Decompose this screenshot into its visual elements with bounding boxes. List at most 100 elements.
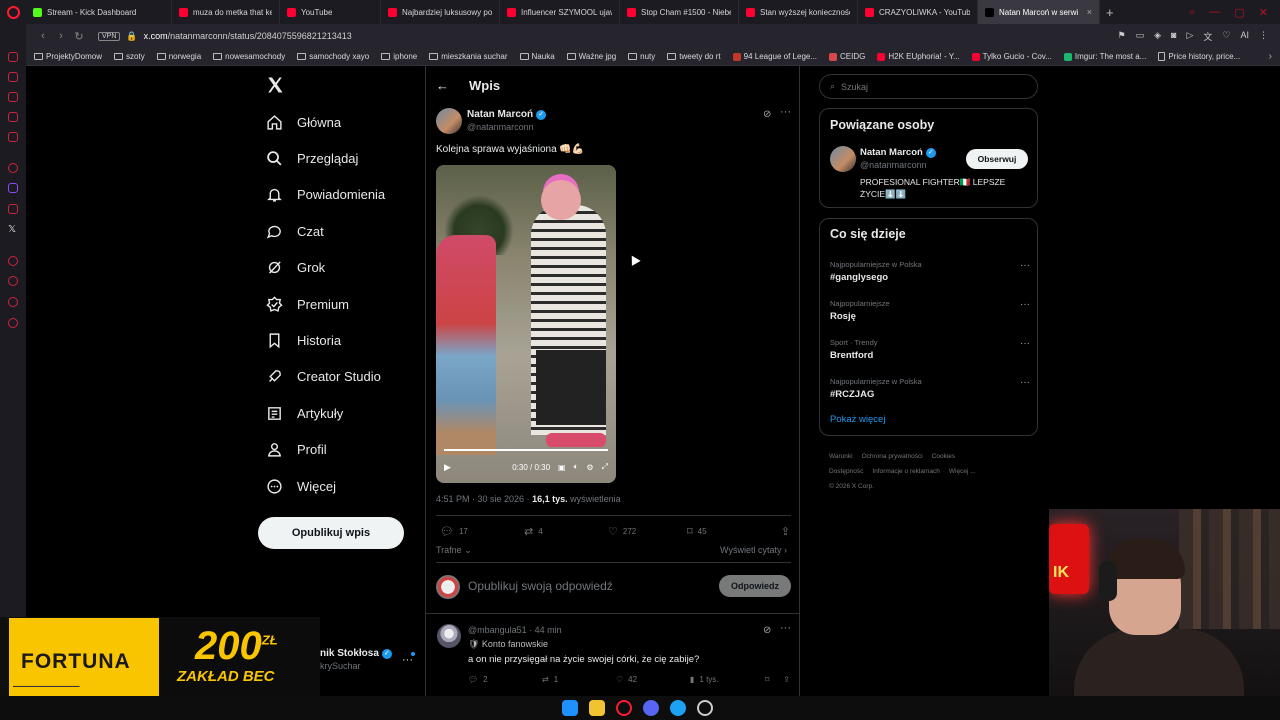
grok-icon[interactable]: ⊘ — [763, 625, 771, 636]
captions-icon[interactable]: ▣ — [558, 463, 566, 472]
post-button[interactable]: Opublikuj wpis — [258, 517, 404, 549]
bookmark-item[interactable]: tweety do rt — [667, 52, 721, 61]
menu-icon[interactable]: ⋮ — [1259, 30, 1268, 43]
reply-input[interactable]: Opublikuj swoją odpowiedź — [468, 579, 613, 593]
sidebar-app-icon[interactable] — [8, 204, 18, 214]
footer-link[interactable]: © 2026 X Corp. — [829, 483, 874, 490]
bookmark-item[interactable]: H2K EUphoria! - Y... — [877, 52, 960, 61]
bookmark-item[interactable]: Imgur: The most a... — [1063, 52, 1146, 61]
avatar[interactable] — [436, 108, 462, 134]
author-name[interactable]: Natan Marcoń — [467, 109, 533, 120]
close-icon[interactable]: ✕ — [1259, 6, 1268, 19]
bookmark-item[interactable]: norwegia — [156, 52, 201, 61]
play-icon[interactable]: ▶ — [444, 462, 451, 473]
reply-author-handle[interactable]: @mbangula51 · 44 min — [468, 625, 562, 635]
more-icon[interactable]: ··· — [780, 622, 791, 634]
settings-icon[interactable]: ⚙︎ — [586, 463, 593, 472]
minimize-icon[interactable]: — — [1209, 6, 1220, 19]
file-explorer-icon[interactable] — [589, 700, 605, 716]
footer-link[interactable]: Warunki — [829, 453, 853, 460]
opera-logo-icon[interactable] — [0, 0, 26, 24]
back-icon[interactable]: ‹ — [34, 30, 52, 42]
footer-link[interactable]: Informacje o reklamach — [872, 468, 940, 475]
nav-item-articles[interactable]: Artykuły — [258, 395, 428, 431]
bookmark-item[interactable]: Tylko Gucio - Cov... — [971, 52, 1052, 61]
bookmark-button[interactable]: ⌑ 45 — [687, 525, 775, 538]
sidebar-app-icon[interactable] — [8, 256, 18, 266]
nav-item-chat[interactable]: Czat — [258, 213, 428, 249]
clock-icon[interactable] — [8, 276, 18, 286]
bookmark-item[interactable]: nuty — [628, 52, 655, 61]
related-name[interactable]: Natan Marcoń — [860, 147, 923, 158]
trend-item[interactable]: Sport · Trendy Brentford ··· — [830, 338, 1030, 361]
sort-dropdown[interactable]: Trafne ⌄ — [436, 545, 472, 556]
maximize-icon[interactable]: ▢ — [1234, 6, 1244, 19]
browser-tab[interactable]: Najbardziej luksusowy poc — [381, 0, 500, 24]
sidebar-app-icon[interactable] — [8, 92, 18, 102]
x-icon[interactable]: 𝕏 — [8, 225, 18, 235]
browser-tab[interactable]: Influencer SZYMOOL ujaw — [500, 0, 620, 24]
search-icon[interactable]: ⌕ — [1189, 6, 1195, 19]
tweet-video[interactable]: ▶ 0:30 / 0:30 ▣ 🔈︎ ⚙︎ ⤢ — [436, 165, 616, 483]
trend-item[interactable]: Najpopularniejsze Rosję ··· — [830, 299, 1030, 322]
reply-button[interactable]: 💬︎ 2 — [468, 675, 542, 684]
footer-link[interactable]: Dostępność — [829, 468, 863, 475]
opera-icon[interactable] — [616, 700, 632, 716]
chatgpt-icon[interactable] — [8, 163, 18, 173]
bookmark-item[interactable]: Ważne jpg — [566, 52, 616, 61]
ai-button[interactable]: AI — [1240, 30, 1249, 43]
vpn-badge[interactable]: VPN — [98, 31, 121, 41]
play-icon[interactable]: ▷ — [1186, 30, 1193, 43]
twitch-icon[interactable] — [8, 183, 18, 193]
repost-button[interactable]: ⇄ 1 — [542, 675, 616, 684]
browser-tab[interactable]: CRAZYOLIWKA - YouTube — [858, 0, 978, 24]
volume-icon[interactable]: 🔈︎ — [574, 462, 579, 472]
views-button[interactable]: ▮ 1 tys. — [690, 675, 764, 684]
obs-icon[interactable] — [697, 700, 713, 716]
footer-link[interactable]: Więcej ... — [949, 468, 976, 475]
nav-item-creator[interactable]: Creator Studio — [258, 359, 428, 395]
more-icon[interactable]: ··· — [1020, 260, 1030, 271]
reply-submit-button[interactable]: Odpowiedz — [719, 575, 791, 597]
camera-icon[interactable]: ◙ — [1171, 30, 1176, 43]
more-icon[interactable]: ··· — [1020, 338, 1030, 349]
tab-close-icon[interactable]: × — [1087, 7, 1092, 17]
nav-item-grok[interactable]: Grok — [258, 250, 428, 286]
like-button[interactable]: ♡ 42 — [616, 675, 690, 684]
related-handle[interactable]: @natanmarconn — [860, 160, 927, 170]
bookmark-icon[interactable]: ▭ — [1136, 30, 1145, 43]
back-arrow-icon[interactable]: ← — [436, 78, 449, 93]
windows-start-icon[interactable] — [562, 700, 578, 716]
pin-icon[interactable]: ⚑ — [1118, 30, 1126, 43]
messenger-icon[interactable] — [670, 700, 686, 716]
trend-item[interactable]: Najpopularniejsze w Polska #ganglysego ··· — [830, 260, 1030, 283]
x-logo-icon[interactable] — [266, 76, 284, 94]
view-quotes-link[interactable]: Wyświetl cytaty › — [720, 545, 787, 555]
like-button[interactable]: ♡ 272 — [608, 525, 687, 538]
shield-icon[interactable]: ◈ — [1154, 30, 1161, 43]
settings-icon[interactable] — [8, 318, 18, 328]
avatar[interactable] — [830, 146, 856, 172]
browser-tab[interactable]: Stop Cham #1500 - Niebez — [620, 0, 739, 24]
browser-tab[interactable]: Stan wyższej konieczności — [739, 0, 858, 24]
new-tab-button[interactable]: + — [1100, 5, 1120, 20]
footer-link[interactable]: Ochrona prywatności — [862, 453, 923, 460]
browser-tab[interactable]: Natan Marcoń w serwisie × — [978, 0, 1100, 24]
nav-item-notifications[interactable]: Powiadomienia — [258, 177, 428, 213]
search-input[interactable]: ⌕ Szukaj — [819, 74, 1038, 99]
browser-tab[interactable]: Stream - Kick Dashboard — [26, 0, 172, 24]
reply-button[interactable]: 💬︎ 17 — [440, 525, 524, 538]
bookmark-item[interactable]: samochody xayo — [297, 52, 369, 61]
share-icon[interactable]: ⇪ — [781, 525, 790, 538]
share-icon[interactable]: ⇪ — [783, 675, 790, 684]
bookmark-item[interactable]: ProjektyDomow — [34, 52, 102, 61]
sidebar-app-icon[interactable] — [8, 52, 18, 62]
repost-button[interactable]: ⇄ 4 — [524, 525, 608, 538]
browser-tab[interactable]: muza do metka that ke — [172, 0, 280, 24]
url-field[interactable]: x.com/natanmarconn/status/20840755968212… — [144, 31, 352, 41]
fullscreen-icon[interactable]: ⤢ — [602, 462, 608, 472]
bookmark-item[interactable]: szoty — [114, 52, 145, 61]
chevron-right-icon[interactable]: › — [1269, 51, 1280, 62]
nav-item-profile[interactable]: Profil — [258, 432, 428, 468]
nav-item-explore[interactable]: Przeglądaj — [258, 140, 428, 176]
